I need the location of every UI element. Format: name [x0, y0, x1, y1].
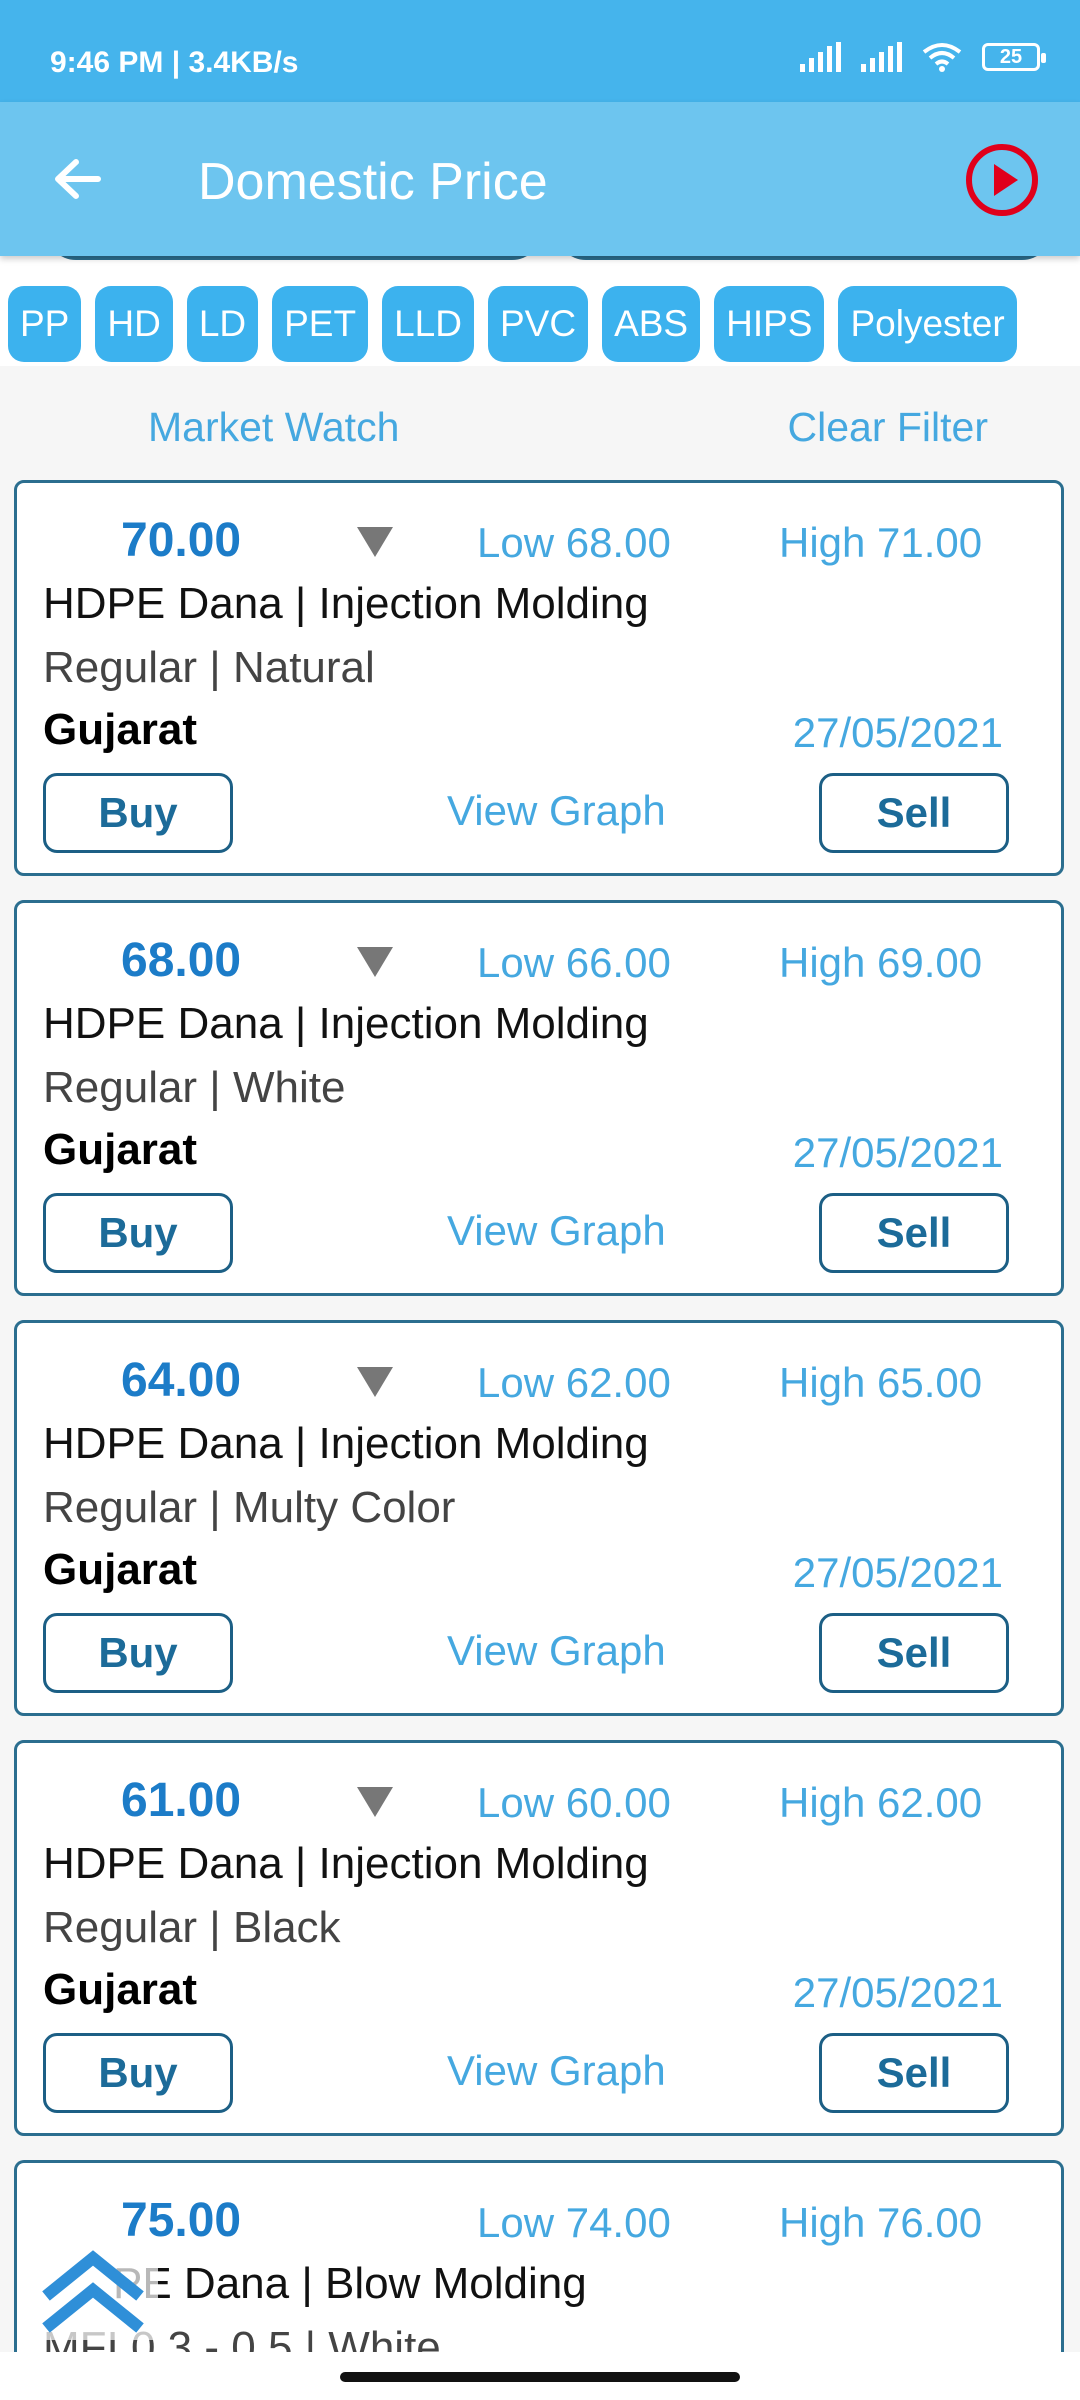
chip-hips[interactable]: HIPS	[714, 286, 825, 362]
price-card[interactable]: 64.00 Low 62.00 High 65.00 HDPE Dana | I…	[14, 1320, 1064, 1716]
view-graph-link[interactable]: View Graph	[447, 787, 666, 835]
scroll-to-top-icon[interactable]	[28, 2240, 158, 2340]
product-name: HDPE Dana | Injection Molding	[43, 1839, 649, 1888]
chip-polyester[interactable]: Polyester	[838, 286, 1017, 362]
buy-button[interactable]: Buy	[43, 773, 233, 853]
chip-pp[interactable]: PP	[8, 286, 82, 362]
chip-lld[interactable]: LLD	[382, 286, 474, 362]
trend-down-icon	[357, 1787, 393, 1817]
low-price: Low 66.00	[477, 939, 671, 986]
low-price: Low 74.00	[477, 2199, 671, 2246]
low-price: Low 60.00	[477, 1779, 671, 1826]
chip-abs[interactable]: ABS	[602, 286, 701, 362]
chip-pet[interactable]: PET	[272, 286, 369, 362]
state-name: Gujarat	[43, 1965, 198, 2014]
trend-down-icon	[357, 527, 393, 557]
product-name: HDPE Dana | Injection Molding	[43, 579, 649, 628]
state-name: Gujarat	[43, 705, 198, 754]
wifi-icon	[922, 43, 962, 72]
price-date: 27/05/2021	[792, 1969, 1003, 2016]
status-icons: 25	[800, 42, 1046, 72]
market-watch-link[interactable]: Market Watch	[148, 404, 399, 451]
product-grade: Regular | White	[43, 1063, 346, 1112]
view-graph-link[interactable]: View Graph	[447, 2047, 666, 2095]
product-name: HDPE Dana | Injection Molding	[43, 999, 649, 1048]
price-date: 27/05/2021	[792, 709, 1003, 756]
buy-button[interactable]: Buy	[43, 1193, 233, 1273]
low-price: Low 68.00	[477, 519, 671, 566]
sell-button[interactable]: Sell	[819, 773, 1009, 853]
buy-button[interactable]: Buy	[43, 2033, 233, 2113]
product-grade: Regular | Multy Color	[43, 1483, 456, 1532]
price-date: 27/05/2021	[792, 1129, 1003, 1176]
status-time: 9:46 PM | 3.4KB/s	[50, 46, 299, 79]
price-date: 27/05/2021	[792, 1549, 1003, 1596]
chip-ld[interactable]: LD	[186, 286, 259, 362]
price-card[interactable]: 61.00 Low 60.00 High 62.00 HDPE Dana | I…	[14, 1740, 1064, 2136]
status-bar: 9:46 PM | 3.4KB/s 25	[0, 0, 1080, 102]
product-grade: Regular | Black	[43, 1903, 341, 1952]
product-grade: Regular | Natural	[43, 643, 375, 692]
price-value: 61.00	[121, 1774, 242, 1827]
trend-down-icon	[357, 1367, 393, 1397]
high-price: High 76.00	[779, 2199, 983, 2246]
low-price: Low 62.00	[477, 1359, 671, 1406]
app-bar: Domestic Price	[0, 102, 1080, 256]
buy-button[interactable]: Buy	[43, 1613, 233, 1693]
category-chips: PP HD LD PET LLD PVC ABS HIPS Polyester	[8, 286, 1017, 362]
chip-hd[interactable]: HD	[95, 286, 173, 362]
signal-icon	[861, 42, 902, 72]
view-graph-link[interactable]: View Graph	[447, 1627, 666, 1675]
price-value: 70.00	[121, 514, 242, 567]
sell-button[interactable]: Sell	[819, 1613, 1009, 1693]
high-price: High 65.00	[779, 1359, 983, 1406]
page-title: Domestic Price	[198, 153, 548, 211]
signal-icon	[800, 42, 841, 72]
battery-icon: 25	[982, 43, 1046, 71]
clear-filter-link[interactable]: Clear Filter	[788, 404, 988, 451]
product-name: PE Dana | Blow Molding	[113, 2259, 587, 2308]
high-price: High 71.00	[779, 519, 983, 566]
sell-button[interactable]: Sell	[819, 2033, 1009, 2113]
view-graph-link[interactable]: View Graph	[447, 1207, 666, 1255]
state-name: Gujarat	[43, 1125, 198, 1174]
state-name: Gujarat	[43, 1545, 198, 1594]
play-circle-icon[interactable]	[964, 142, 1040, 218]
price-value: 68.00	[121, 934, 242, 987]
price-card[interactable]: 68.00 Low 66.00 High 69.00 HDPE Dana | I…	[14, 900, 1064, 1296]
price-value: 64.00	[121, 1354, 242, 1407]
high-price: High 69.00	[779, 939, 983, 986]
chip-pvc[interactable]: PVC	[487, 286, 589, 362]
sell-button[interactable]: Sell	[819, 1193, 1009, 1273]
high-price: High 62.00	[779, 1779, 983, 1826]
product-name: HDPE Dana | Injection Molding	[43, 1419, 649, 1468]
price-card[interactable]: 70.00 Low 68.00 High 71.00 HDPE Dana | I…	[14, 480, 1064, 876]
home-indicator[interactable]	[340, 2372, 740, 2382]
back-arrow-icon[interactable]	[50, 152, 104, 206]
trend-down-icon	[357, 947, 393, 977]
